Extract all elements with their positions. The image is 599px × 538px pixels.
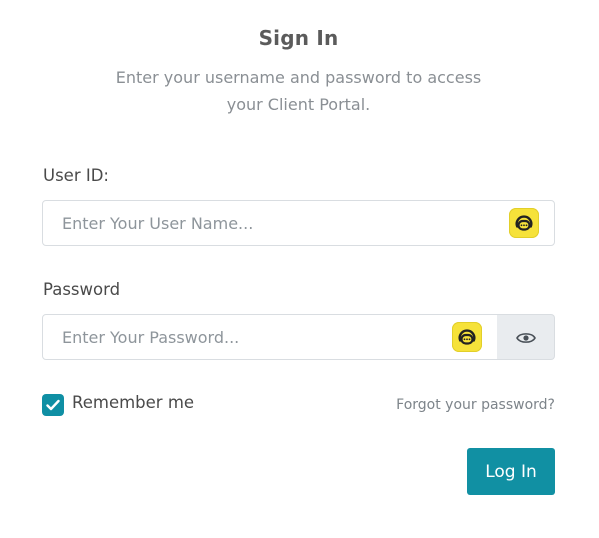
user-id-field-wrapper — [42, 200, 555, 246]
page-title: Sign In — [258, 26, 339, 50]
password-label: Password — [43, 280, 121, 299]
user-id-label: User ID: — [43, 166, 109, 185]
password-input[interactable] — [43, 315, 497, 359]
log-in-button[interactable]: Log In — [467, 448, 555, 495]
subtitle-line-1: Enter your username and password to acce… — [115, 68, 482, 87]
password-manager-icon[interactable] — [452, 322, 482, 352]
forgot-password-link[interactable]: Forgot your password? — [396, 397, 555, 413]
password-field-wrapper — [42, 314, 498, 360]
checkbox-checked[interactable] — [42, 394, 64, 416]
remember-me-label: Remember me — [72, 393, 195, 412]
eye-icon — [516, 333, 536, 343]
checkmark-icon — [46, 399, 60, 411]
user-id-input[interactable] — [43, 201, 554, 245]
subtitle-line-2: your Client Portal. — [226, 95, 371, 114]
password-manager-icon[interactable] — [509, 208, 539, 238]
show-password-button[interactable] — [497, 314, 555, 360]
page-subtitle: Enter your username and password to acce… — [0, 64, 597, 118]
